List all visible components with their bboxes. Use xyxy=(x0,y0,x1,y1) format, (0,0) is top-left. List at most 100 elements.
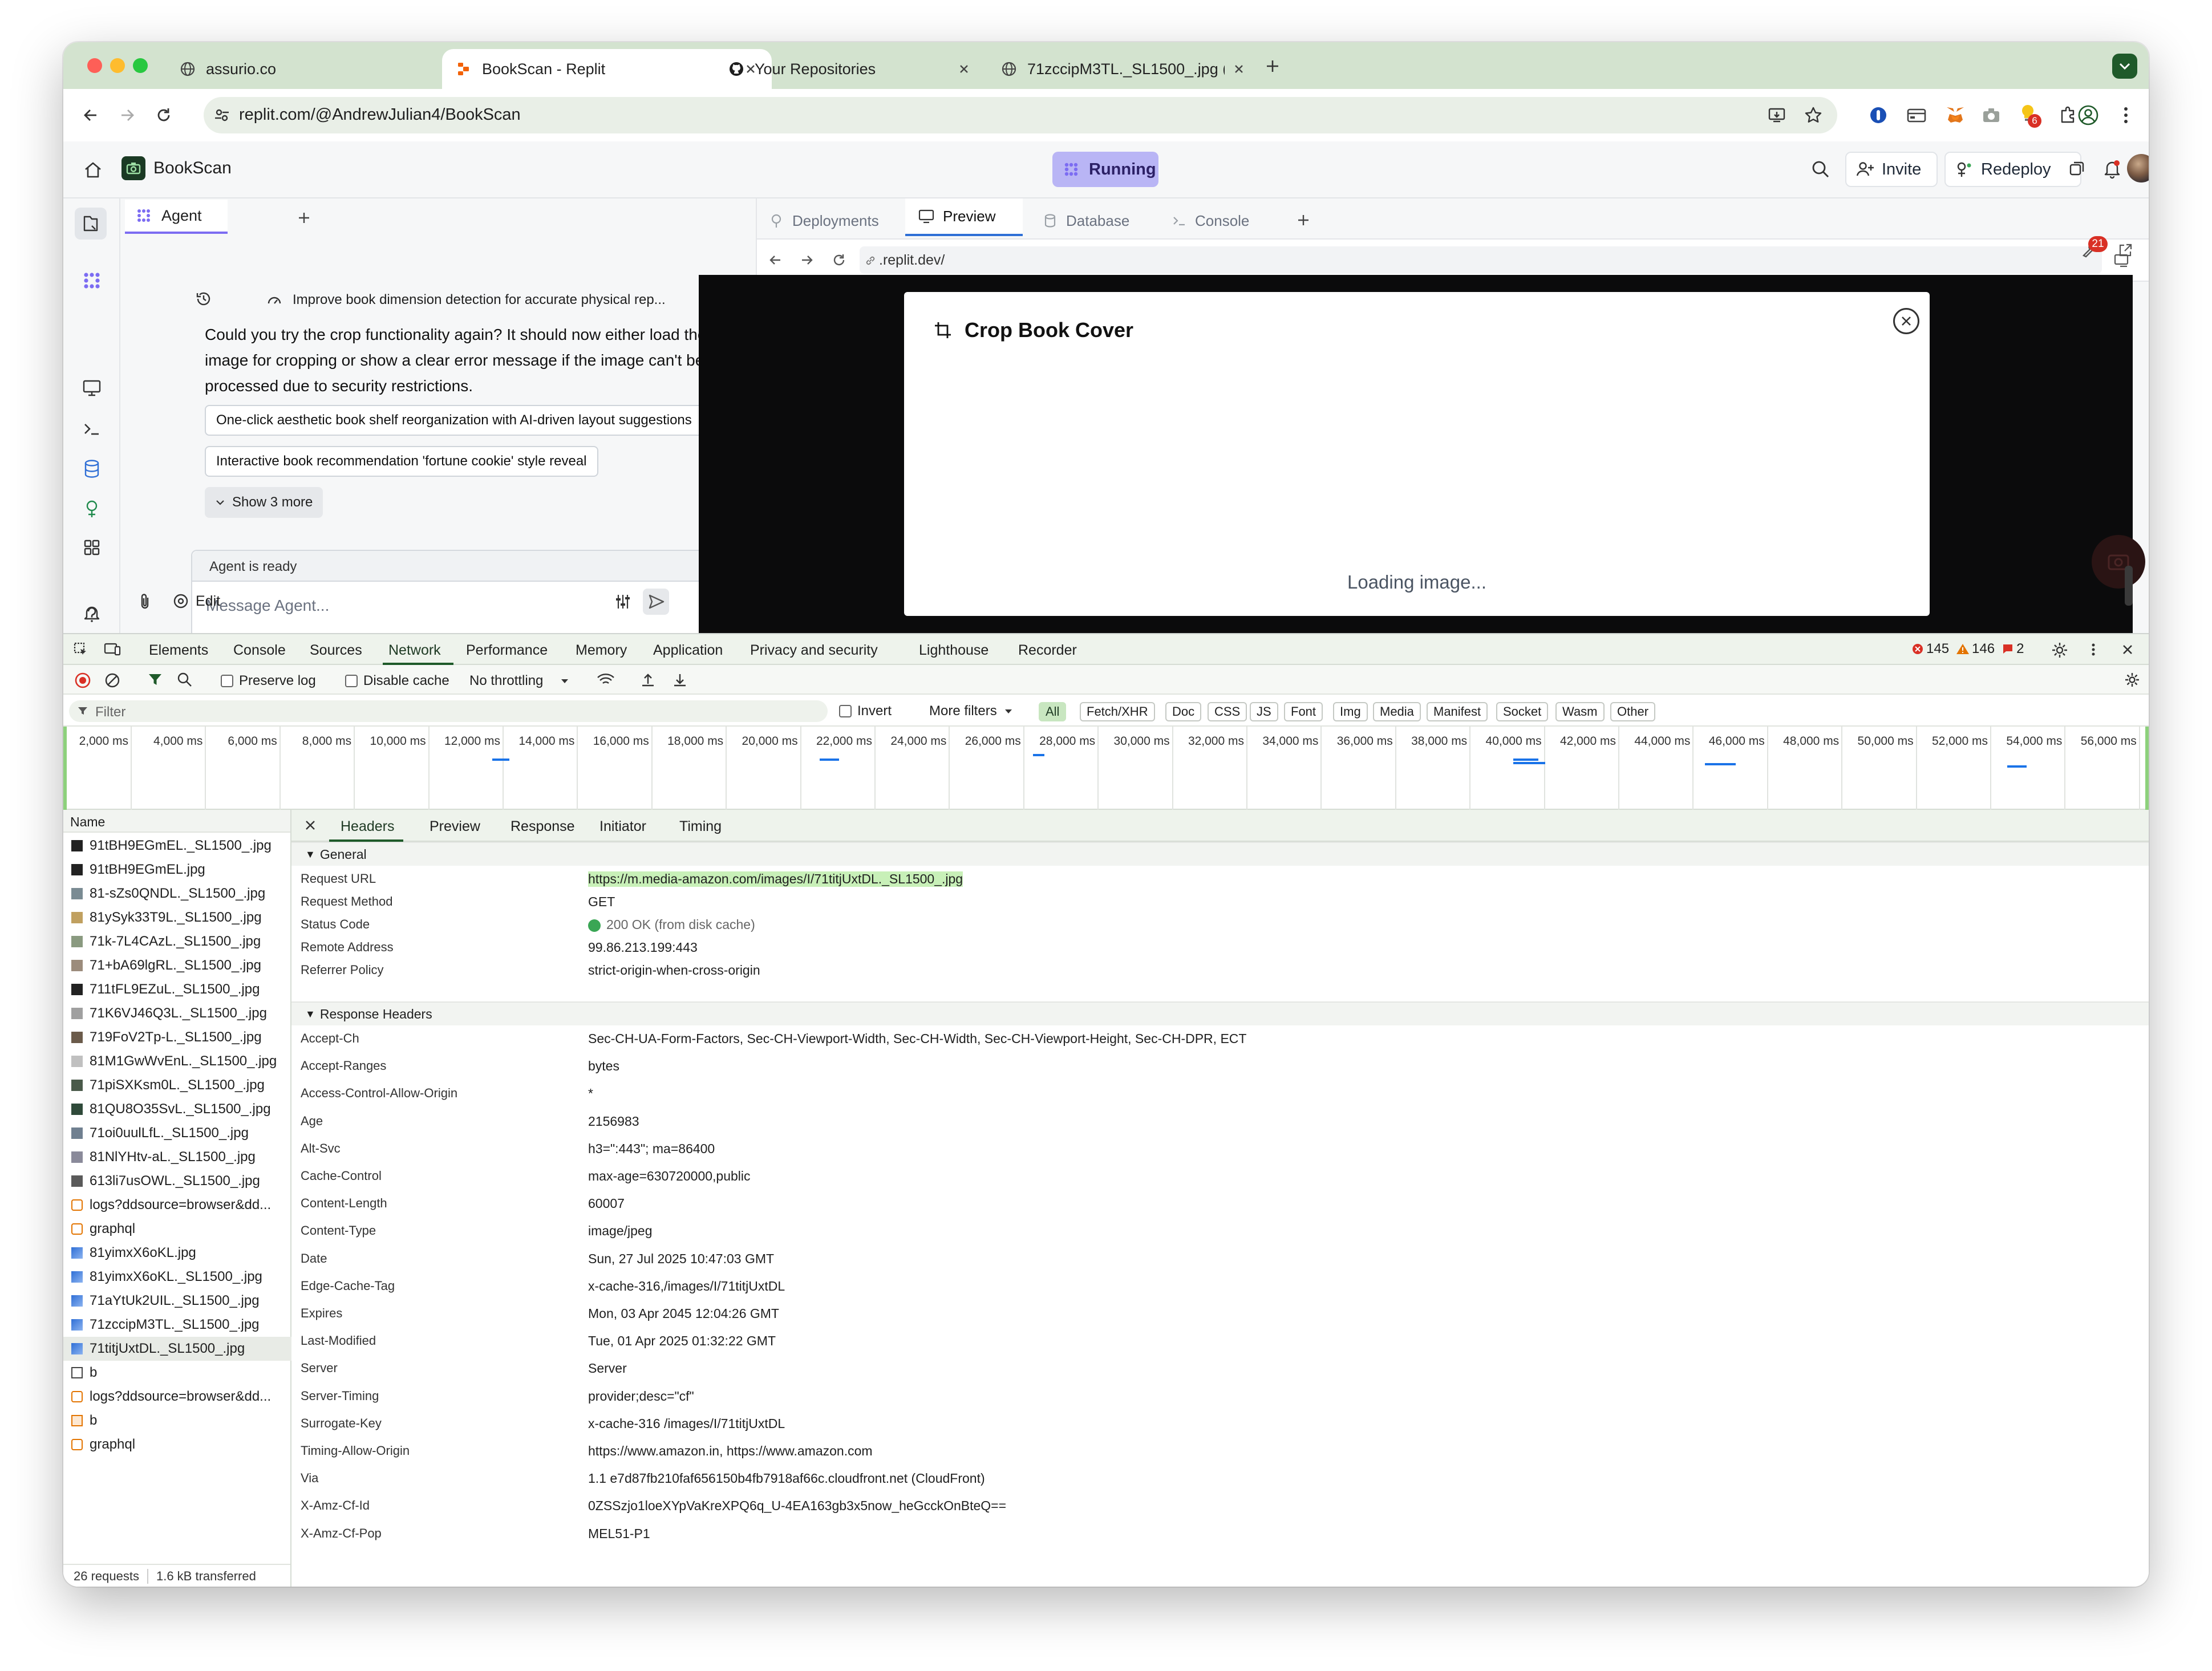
network-settings-gear-icon[interactable] xyxy=(2124,671,2141,688)
url-text[interactable]: replit.com/@AndrewJulian4/BookScan xyxy=(239,106,521,124)
metamask-extension-button[interactable] xyxy=(1943,103,1967,127)
type-filter-css[interactable]: CSS xyxy=(1208,702,1247,721)
type-filter-fetch[interactable]: Fetch/XHR xyxy=(1080,702,1155,721)
timeline-right-handle[interactable] xyxy=(2145,727,2149,810)
request-row[interactable]: 711tFL9EZuL._SL1500_.jpg xyxy=(63,978,291,1001)
bell-icon[interactable] xyxy=(2102,159,2122,179)
request-url-value[interactable]: https://m.media-amazon.com/images/I/71ti… xyxy=(588,871,963,887)
close-tab-icon[interactable] xyxy=(1231,62,1246,76)
type-filter-manifest[interactable]: Manifest xyxy=(1427,702,1488,721)
redeploy-button[interactable]: Redeploy xyxy=(1944,152,2081,187)
scrollbar[interactable] xyxy=(2125,566,2133,606)
type-filter-media[interactable]: Media xyxy=(1373,702,1421,721)
forward-arrow-icon[interactable] xyxy=(798,251,816,269)
install-app-icon[interactable] xyxy=(1767,105,1787,125)
modal-close-button[interactable] xyxy=(1893,308,1919,334)
show-more-button[interactable]: Show 3 more xyxy=(205,487,323,518)
address-bar[interactable]: replit.com/@AndrewJulian4/BookScan xyxy=(204,97,1837,133)
close-window-button[interactable] xyxy=(87,58,102,73)
back-arrow-icon[interactable] xyxy=(80,105,101,125)
message-input[interactable]: Message Agent... xyxy=(206,597,329,615)
suggestion-chip[interactable]: Interactive book recommendation 'fortune… xyxy=(205,446,598,477)
type-filter-img[interactable]: Img xyxy=(1333,702,1368,721)
browser-menu-icon[interactable] xyxy=(2114,104,2137,127)
profile-icon[interactable] xyxy=(2077,104,2100,127)
disable-cache-checkbox[interactable]: Disable cache xyxy=(345,673,449,689)
open-external-icon[interactable] xyxy=(2117,242,2134,259)
close-devtools-icon[interactable] xyxy=(2119,641,2136,658)
camera-extension-icon[interactable] xyxy=(1981,105,2002,125)
type-filter-doc[interactable]: Doc xyxy=(1165,702,1202,721)
detail-tab-headers[interactable]: Headers xyxy=(341,818,395,835)
request-row[interactable]: 81yimxX6oKL.jpg xyxy=(63,1241,291,1265)
response-headers-section-header[interactable]: ▼ Response Headers xyxy=(291,1001,2149,1025)
request-row[interactable]: 613li7usOWL._SL1500_.jpg xyxy=(63,1169,291,1193)
preview-errors-button[interactable]: 21 xyxy=(2079,236,2108,260)
request-row[interactable]: graphql xyxy=(63,1217,291,1241)
password-manager-icon[interactable] xyxy=(1868,105,1889,125)
attach-icon[interactable] xyxy=(136,592,153,611)
request-row[interactable]: 71K6VJ46Q3L._SL1500_.jpg xyxy=(63,1001,291,1025)
request-row[interactable]: 71oi0uulLfL._SL1500_.jpg xyxy=(63,1121,291,1145)
device-toolbar-icon[interactable] xyxy=(103,641,121,658)
edit-button[interactable]: Edit xyxy=(172,592,220,610)
close-tab-icon[interactable] xyxy=(957,62,971,76)
minimize-window-button[interactable] xyxy=(110,58,125,73)
more-filters-dropdown[interactable]: More filters xyxy=(929,703,1013,719)
request-row[interactable]: 81QU8O35SvL._SL1500_.jpg xyxy=(63,1097,291,1121)
reload-icon[interactable] xyxy=(830,251,848,269)
more-vertical-icon[interactable] xyxy=(2085,641,2102,658)
type-filter-other[interactable]: Other xyxy=(1610,702,1656,721)
database-icon[interactable] xyxy=(80,457,103,480)
type-filter-all[interactable]: All xyxy=(1039,702,1067,721)
tab-console[interactable]: Console xyxy=(1171,206,1249,235)
request-row[interactable]: 71titjUxtDL._SL1500_.jpg xyxy=(63,1337,291,1361)
thread-title-row[interactable]: Improve book dimension detection for acc… xyxy=(266,292,666,308)
type-filter-js[interactable]: JS xyxy=(1250,702,1278,721)
type-filter-font[interactable]: Font xyxy=(1284,702,1323,721)
clear-icon[interactable] xyxy=(103,671,121,690)
export-har-icon[interactable] xyxy=(671,671,688,688)
files-tool-button[interactable] xyxy=(75,208,107,240)
request-row[interactable]: logs?ddsource=browser&dd... xyxy=(63,1385,291,1409)
home-icon[interactable] xyxy=(83,160,103,180)
preserve-log-checkbox[interactable]: Preserve log xyxy=(221,673,316,689)
browser-tab-image[interactable]: 71zccipM3TL._SL1500_.jpg ( xyxy=(987,49,1260,89)
back-arrow-icon[interactable] xyxy=(766,251,784,269)
request-row[interactable]: 81-sZs0QNDL._SL1500_.jpg xyxy=(63,882,291,906)
request-row[interactable]: 81yimxX6oKL._SL1500_.jpg xyxy=(63,1265,291,1289)
request-row[interactable]: b xyxy=(63,1361,291,1385)
invert-checkbox[interactable]: Invert xyxy=(839,703,892,719)
bookmark-star-icon[interactable] xyxy=(1803,105,1824,125)
history-icon[interactable] xyxy=(195,290,213,308)
network-overview-timeline[interactable]: 2,000 ms 4,000 ms 6,000 ms 8,000 ms 10,000 m… xyxy=(63,727,2149,810)
search-icon[interactable] xyxy=(1810,159,1832,180)
search-icon[interactable] xyxy=(176,671,193,688)
request-row[interactable]: 719FoV2Tp-L._SL1500_.jpg xyxy=(63,1025,291,1049)
all-tools-icon[interactable] xyxy=(80,536,103,559)
site-settings-icon[interactable] xyxy=(213,106,231,124)
request-row[interactable]: b xyxy=(63,1409,291,1433)
add-tab-icon[interactable] xyxy=(296,210,312,226)
request-row[interactable]: 71zccipM3TL._SL1500_.jpg xyxy=(63,1313,291,1337)
record-stop-icon[interactable] xyxy=(74,671,92,690)
add-tab-icon[interactable] xyxy=(1295,212,1311,228)
project-name[interactable]: BookScan xyxy=(153,159,232,178)
detail-tab-initiator[interactable]: Initiator xyxy=(599,818,646,835)
request-row[interactable]: 81ySyk33T9L._SL1500_.jpg xyxy=(63,906,291,930)
devtools-tab-elements[interactable]: Elements xyxy=(149,642,208,659)
request-row[interactable]: 81NlYHtv-aL._SL1500_.jpg xyxy=(63,1145,291,1169)
request-row[interactable]: graphql xyxy=(63,1433,291,1457)
request-row[interactable]: 91tBH9EGmEL.jpg xyxy=(63,858,291,882)
extensions-puzzle-icon[interactable] xyxy=(2057,104,2079,125)
devtools-tab-console[interactable]: Console xyxy=(233,642,286,659)
devtools-tab-sources[interactable]: Sources xyxy=(310,642,362,659)
throttling-select[interactable]: No throttling xyxy=(469,673,569,689)
tab-preview[interactable]: Preview xyxy=(905,198,1023,236)
request-row[interactable]: 71k-7L4CAzL._SL1500_.jpg xyxy=(63,930,291,954)
request-row[interactable]: 71aYtUk2UIL._SL1500_.jpg xyxy=(63,1289,291,1313)
shell-icon[interactable] xyxy=(80,417,103,440)
suggestion-chip[interactable]: One-click aesthetic book shelf reorganiz… xyxy=(205,405,703,436)
devtools-tab-privacy[interactable]: Privacy and security xyxy=(750,642,878,659)
devtools-tab-recorder[interactable]: Recorder xyxy=(1018,642,1077,659)
